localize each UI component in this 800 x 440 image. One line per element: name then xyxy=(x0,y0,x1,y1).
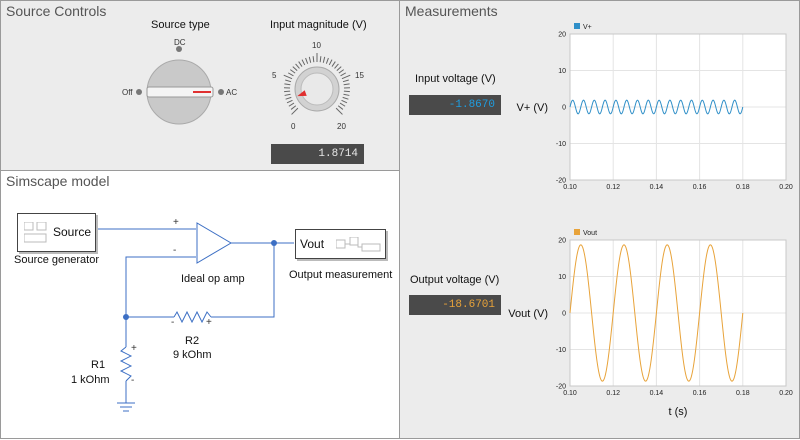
knob-tick-mark xyxy=(342,75,350,78)
knob-tick-mark xyxy=(299,62,302,67)
x-tick-label: 0.20 xyxy=(779,390,793,397)
knob-tick-mark xyxy=(290,70,295,74)
ground-symbol xyxy=(117,403,135,411)
knob-tick-mark xyxy=(329,60,332,65)
knob-tick-mark xyxy=(292,108,298,114)
knob-tick-mark xyxy=(284,84,290,85)
magnitude-tick-15: 15 xyxy=(355,71,364,80)
knob-tick-mark xyxy=(343,97,349,99)
knob-cap xyxy=(301,73,333,105)
r2-minus-label: - xyxy=(171,317,174,328)
knob-tick-mark xyxy=(313,56,314,62)
knob-tick-mark xyxy=(338,106,343,110)
knob-tick-mark xyxy=(289,103,294,106)
legend-label: Vout xyxy=(583,230,597,237)
magnitude-tick-10: 10 xyxy=(312,41,321,50)
dc-indicator-dot xyxy=(176,46,182,52)
x-tick-label: 0.14 xyxy=(650,390,664,397)
knob-tick-mark xyxy=(343,94,349,95)
knob-tick-mark xyxy=(337,67,341,71)
knob-tick-mark xyxy=(285,80,291,82)
resistor-r1-symbol xyxy=(121,347,131,381)
x-tick-label: 0.18 xyxy=(736,390,750,397)
ac-indicator-dot xyxy=(218,89,224,95)
y-axis-label: Vout (V) xyxy=(508,308,548,320)
knob-tick-mark xyxy=(309,57,310,63)
knob-tick-mark xyxy=(344,84,350,85)
knob-tick-mark xyxy=(332,62,335,67)
vout-port-label: Vout xyxy=(300,237,324,251)
simscape-model-panel: Simscape model Source Source generator + xyxy=(0,170,400,439)
output-block-icon xyxy=(336,237,382,253)
knob-tick-mark xyxy=(320,56,321,62)
r2-name: R2 xyxy=(185,335,199,347)
off-indicator-dot xyxy=(136,89,142,95)
source-controls-panel: Source Controls Source type DC Off AC In… xyxy=(0,0,400,171)
opamp-symbol xyxy=(197,223,231,263)
knob-tick-mark xyxy=(323,57,324,63)
knob-tick-mark xyxy=(287,100,292,103)
knob-tick-mark xyxy=(341,73,346,76)
y-tick-label: -10 xyxy=(556,347,566,354)
x-tick-label: 0.10 xyxy=(563,390,577,397)
knob-tick-mark xyxy=(335,64,339,69)
wire-feedback-to-minus xyxy=(126,257,196,317)
magnitude-display: 1.8714 xyxy=(271,144,364,164)
y-tick-label: 20 xyxy=(558,238,566,245)
junction-node-output xyxy=(271,240,277,246)
output-measurement-block[interactable]: Vout xyxy=(295,229,386,259)
r2-value: 9 kOhm xyxy=(173,349,212,361)
y-tick-label: 0 xyxy=(562,311,566,318)
knob-tick-mark xyxy=(285,94,291,95)
knob-tick-mark xyxy=(296,64,300,69)
measurements-panel: Measurements Input voltage (V) -1.8670 O… xyxy=(399,0,800,439)
magnitude-tick-5: 5 xyxy=(272,71,276,80)
source-type-switch[interactable] xyxy=(131,45,231,135)
r2-plus-label: + xyxy=(206,317,212,328)
knob-tick-mark xyxy=(284,75,292,78)
output-measurement-caption: Output measurement xyxy=(289,269,392,281)
r1-plus-label: + xyxy=(131,343,137,354)
source-controls-title: Source Controls xyxy=(6,3,106,19)
source-type-label: Source type xyxy=(151,19,210,31)
magnitude-knob[interactable] xyxy=(279,51,355,127)
source-port-label: Source xyxy=(53,225,91,239)
magnitude-label: Input magnitude (V) xyxy=(270,19,367,31)
source-generator-caption: Source generator xyxy=(14,254,99,266)
knob-tick-mark xyxy=(291,106,296,110)
knob-tick-mark xyxy=(326,58,328,64)
knob-tick-mark xyxy=(342,100,347,103)
y-tick-label: 10 xyxy=(558,274,566,281)
knob-tick-mark xyxy=(343,80,349,82)
circuit-wiring xyxy=(1,171,399,438)
junction-node-left xyxy=(123,314,129,320)
r1-value: 1 kOhm xyxy=(71,374,110,386)
x-tick-label: 0.16 xyxy=(693,390,707,397)
source-block-icon xyxy=(24,222,48,244)
chart-svg: 0.10 0.12 0.14 0.16 0.18 0.20 -20 -10 0 10 20 Vout V… xyxy=(400,1,800,440)
source-generator-block[interactable]: Source xyxy=(17,213,96,252)
r1-minus-label: - xyxy=(131,375,134,386)
legend-swatch xyxy=(574,229,580,235)
knob-tick-mark xyxy=(339,70,344,74)
x-axis-label: t (s) xyxy=(669,406,688,418)
r1-name: R1 xyxy=(91,359,105,371)
knob-tick-mark xyxy=(293,67,297,71)
knob-tick-mark xyxy=(288,73,293,76)
y-tick-label: -20 xyxy=(556,384,566,391)
opamp-caption: Ideal op amp xyxy=(181,273,245,285)
knob-tick-mark xyxy=(306,58,308,64)
opamp-plus-label: + xyxy=(173,217,179,228)
knob-tick-mark xyxy=(302,60,305,65)
opamp-minus-label: - xyxy=(173,245,176,256)
knob-tick-mark xyxy=(286,97,292,99)
knob-tick-mark xyxy=(340,103,345,106)
x-tick-label: 0.12 xyxy=(606,390,620,397)
knob-tick-mark xyxy=(336,108,342,114)
